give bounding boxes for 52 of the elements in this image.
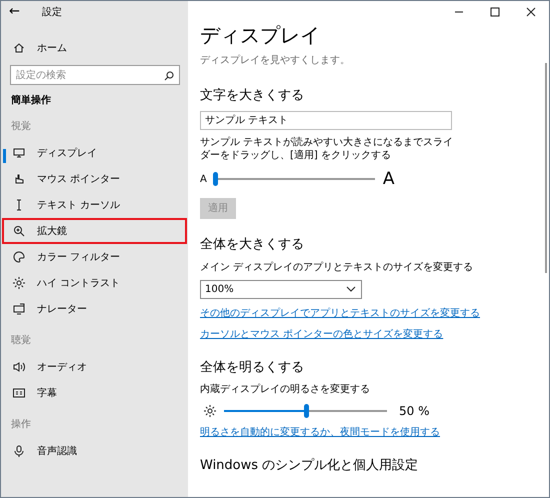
- palette-icon: [13, 251, 25, 263]
- sidebar-item[interactable]: テキスト カーソル: [2, 192, 187, 218]
- window-title: 設定: [42, 6, 62, 20]
- field-label: メイン ディスプレイのアプリとテキストのサイズを変更する: [200, 260, 474, 275]
- section-heading: 全体を明るくする: [200, 360, 305, 376]
- sidebar-item[interactable]: オーディオ: [2, 354, 187, 380]
- sidebar-item[interactable]: 音声認識: [2, 438, 187, 464]
- section-heading: 全体を大きくする: [200, 237, 305, 253]
- instruction-text: サンプル テキストが読みやすい大きさになるまでスライダーをドラッグし、[適用] をクリックする: [200, 136, 454, 163]
- settings-link[interactable]: その他のディスプレイでアプリとテキストのサイズを変更する: [200, 306, 549, 321]
- sample-text-field[interactable]: サンプル テキスト: [200, 110, 452, 130]
- section-heading: 文字を大きくする: [200, 88, 305, 104]
- brightness-value: 50 %: [399, 403, 430, 420]
- section-heading: Windows のシンプル化と個人用設定: [200, 458, 420, 474]
- speaker-icon: [13, 361, 25, 373]
- pointer-hand-icon: [13, 173, 25, 185]
- section-heading: 視覚: [11, 120, 31, 134]
- category-title: 簡単操作: [10, 94, 52, 108]
- small-a-label: A: [200, 172, 207, 187]
- page-title: ディスプレイ: [200, 23, 321, 47]
- sun-icon: [13, 277, 25, 289]
- monitor-icon: [13, 147, 25, 159]
- back-button[interactable]: ←: [9, 2, 20, 22]
- sidebar-item[interactable]: カラー フィルター: [2, 244, 187, 270]
- settings-link[interactable]: カーソルとマウス ポインターの色とサイズを変更する: [200, 326, 549, 342]
- sidebar-item[interactable]: ディスプレイ: [2, 140, 187, 166]
- sidebar-item[interactable]: マウス ポインター: [2, 166, 187, 192]
- settings-link[interactable]: 明るさを自動的に変更するか、夜間モードを使用する: [200, 425, 549, 440]
- slider-thumb[interactable]: [304, 404, 308, 418]
- magnifier-icon: [13, 225, 25, 237]
- search-icon: [163, 70, 175, 82]
- sidebar-item[interactable]: 拡大鏡: [2, 218, 187, 244]
- scale-dropdown[interactable]: 100%: [200, 280, 362, 299]
- sidebar-item[interactable]: ナレーター: [2, 296, 187, 322]
- large-a-label: A: [382, 168, 394, 191]
- microphone-icon: [13, 445, 25, 457]
- slider-thumb[interactable]: [212, 172, 218, 186]
- sun-icon: [204, 405, 216, 418]
- section-heading: 操作: [11, 418, 31, 432]
- sidebar-item[interactable]: ハイ コントラスト: [2, 270, 187, 296]
- search-field[interactable]: 設定の検索: [10, 65, 180, 85]
- section-heading: 聴覚: [11, 334, 31, 348]
- field-label: 内蔵ディスプレイの明るさを変更する: [200, 382, 371, 398]
- maximize-icon: [489, 6, 501, 18]
- home-icon: [13, 42, 25, 54]
- scrollbar[interactable]: [545, 63, 547, 273]
- close-icon: [525, 6, 537, 18]
- home-link[interactable]: ホーム: [2, 35, 187, 61]
- captions-icon: [13, 387, 25, 399]
- sidebar-item[interactable]: 字幕: [2, 380, 187, 406]
- page-description: ディスプレイを見やすくします。: [200, 54, 351, 68]
- speech-monitor-icon: [13, 303, 25, 315]
